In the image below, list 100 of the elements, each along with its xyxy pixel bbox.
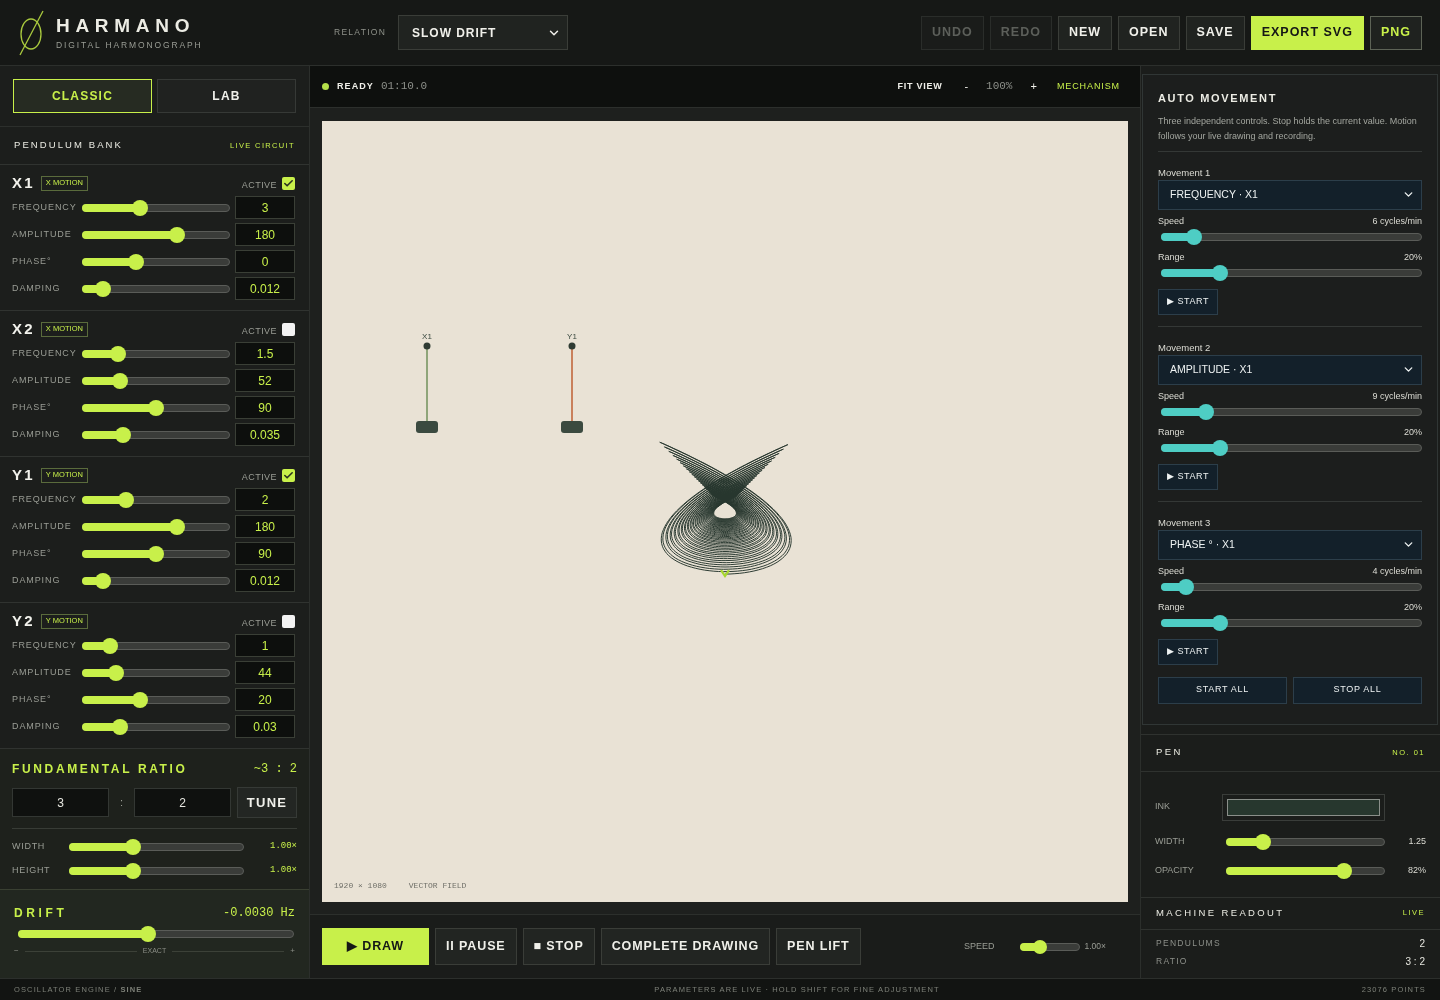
slider-track[interactable]: [82, 637, 230, 654]
slider-track[interactable]: [1161, 228, 1422, 245]
mode-tab[interactable]: CLASSIC: [13, 79, 152, 113]
mechanism-toggle[interactable]: MECHANISM: [1056, 79, 1120, 94]
slider-thumb[interactable]: [148, 399, 164, 416]
slider-thumb[interactable]: [112, 718, 129, 735]
toolbar-button[interactable]: PNG: [1369, 15, 1422, 50]
target-select[interactable]: PHASE ° · X1: [1158, 529, 1422, 560]
slider-track[interactable]: [82, 226, 230, 243]
slider-thumb[interactable]: [1033, 939, 1048, 954]
value-field[interactable]: 0.012: [235, 277, 295, 300]
slider-track[interactable]: [1161, 578, 1422, 595]
slider-thumb[interactable]: [1212, 439, 1229, 456]
value-field[interactable]: 2: [235, 488, 295, 511]
fit-view-button[interactable]: FIT VIEW: [897, 79, 943, 94]
slider-track[interactable]: [69, 863, 244, 879]
slider-track[interactable]: [82, 372, 230, 389]
slider-track[interactable]: [1226, 862, 1385, 879]
slider-track[interactable]: [82, 253, 230, 270]
slider-track[interactable]: [82, 545, 230, 562]
value-field[interactable]: 3: [235, 196, 295, 219]
value-field[interactable]: 0.03: [235, 715, 295, 738]
slider-track[interactable]: [69, 839, 244, 855]
slider-thumb[interactable]: [1178, 578, 1195, 595]
transport-button[interactable]: COMPLETE DRAWING: [600, 928, 770, 965]
ratio-field[interactable]: 3: [12, 788, 109, 817]
slider-track[interactable]: [82, 718, 230, 735]
slider-track[interactable]: [82, 572, 230, 589]
value-field[interactable]: 44: [235, 661, 295, 684]
value-field[interactable]: 0.012: [235, 569, 295, 592]
slider-thumb[interactable]: [109, 345, 126, 362]
zoom-out-button[interactable]: -: [964, 78, 969, 95]
slider-track[interactable]: [1161, 614, 1422, 631]
slider-thumb[interactable]: [117, 491, 134, 508]
toolbar-button[interactable]: NEW: [1057, 15, 1113, 50]
transport-button[interactable]: ■ STOP: [522, 928, 595, 965]
slider-track[interactable]: [1161, 264, 1422, 281]
zoom-in-button[interactable]: +: [1030, 78, 1037, 95]
toolbar-button[interactable]: EXPORT SVG: [1250, 15, 1364, 50]
slider-thumb[interactable]: [132, 199, 149, 216]
mode-tab[interactable]: LAB: [157, 79, 296, 113]
slider-track[interactable]: [82, 399, 230, 416]
slider-track[interactable]: [82, 518, 230, 535]
toolbar-button[interactable]: SAVE: [1185, 15, 1245, 50]
value-field[interactable]: 1: [235, 634, 295, 657]
ink-color-field[interactable]: [1222, 793, 1385, 821]
slider-thumb[interactable]: [108, 664, 125, 681]
slider-track[interactable]: [82, 664, 230, 681]
slider-track[interactable]: [1161, 439, 1422, 456]
tune-button[interactable]: TUNE: [237, 787, 297, 818]
slider-track[interactable]: [82, 199, 230, 216]
transport-button[interactable]: II PAUSE: [435, 928, 517, 965]
ratio-field[interactable]: 2: [134, 788, 231, 817]
value-field[interactable]: 0: [235, 250, 295, 273]
slider-thumb[interactable]: [1336, 862, 1353, 879]
value-field[interactable]: 90: [235, 542, 295, 565]
slider-track[interactable]: [82, 491, 230, 508]
target-select[interactable]: FREQUENCY · X1: [1158, 179, 1422, 210]
slider-thumb[interactable]: [169, 518, 186, 535]
slider-track[interactable]: [18, 926, 294, 942]
slider-thumb[interactable]: [1212, 614, 1229, 631]
slider-thumb[interactable]: [124, 839, 141, 855]
slider-thumb[interactable]: [115, 426, 131, 443]
transport-button[interactable]: ▶ DRAW: [322, 928, 429, 965]
slider-track[interactable]: [1020, 939, 1081, 954]
slider-thumb[interactable]: [95, 280, 112, 297]
slider-thumb[interactable]: [95, 572, 112, 589]
start-all-button[interactable]: START ALL: [1158, 676, 1287, 704]
start-button[interactable]: ▶ START: [1158, 288, 1218, 315]
active-checkbox[interactable]: [282, 176, 295, 190]
slider-thumb[interactable]: [124, 863, 141, 879]
transport-button[interactable]: PEN LIFT: [776, 928, 861, 965]
active-checkbox[interactable]: [282, 614, 295, 628]
active-checkbox[interactable]: [282, 322, 295, 336]
slider-thumb[interactable]: [128, 253, 145, 270]
value-field[interactable]: 0.035: [235, 423, 295, 446]
slider-thumb[interactable]: [1254, 833, 1271, 850]
slider-thumb[interactable]: [140, 926, 157, 942]
slider-track[interactable]: [82, 280, 230, 297]
toolbar-button[interactable]: OPEN: [1118, 15, 1180, 50]
drawing-canvas[interactable]: X1 Y1 1920 × 1080 VECTOR FIELD: [322, 121, 1128, 902]
slider-thumb[interactable]: [112, 372, 129, 389]
value-field[interactable]: 180: [235, 515, 295, 538]
value-field[interactable]: 180: [235, 223, 295, 246]
slider-track[interactable]: [82, 691, 230, 708]
value-field[interactable]: 90: [235, 396, 295, 419]
slider-thumb[interactable]: [148, 545, 164, 562]
active-checkbox[interactable]: [282, 468, 295, 482]
start-button[interactable]: ▶ START: [1158, 638, 1218, 665]
slider-thumb[interactable]: [169, 226, 186, 243]
slider-thumb[interactable]: [101, 637, 118, 654]
slider-thumb[interactable]: [1185, 228, 1202, 245]
value-field[interactable]: 52: [235, 369, 295, 392]
slider-thumb[interactable]: [1197, 403, 1214, 420]
slider-thumb[interactable]: [1212, 264, 1229, 281]
slider-track[interactable]: [1226, 833, 1385, 850]
value-field[interactable]: 20: [235, 688, 295, 711]
slider-track[interactable]: [82, 426, 230, 443]
slider-track[interactable]: [1161, 403, 1422, 420]
value-field[interactable]: 1.5: [235, 342, 295, 365]
